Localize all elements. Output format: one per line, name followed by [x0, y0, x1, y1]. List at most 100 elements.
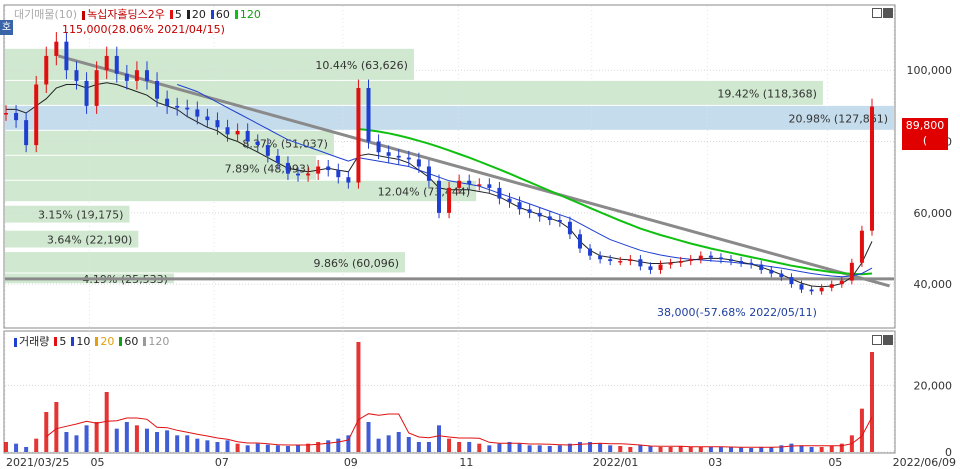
volume-bar: [718, 447, 723, 452]
candle-body: [789, 277, 794, 285]
candle-body: [809, 289, 814, 292]
candle-body: [779, 273, 784, 278]
candle-body: [94, 70, 99, 106]
candle-body: [104, 55, 109, 71]
candle-body: [608, 259, 613, 262]
candle-body: [829, 284, 834, 288]
volume-bar: [165, 430, 170, 452]
volume-bar: [829, 446, 834, 452]
candle-body: [598, 255, 603, 260]
candle-body: [155, 80, 160, 99]
candle-body: [165, 98, 170, 106]
candle-body: [406, 157, 411, 160]
quote-badge[interactable]: 호: [0, 20, 13, 35]
volume-bar: [638, 445, 643, 452]
candle-body: [769, 269, 774, 274]
volume-bar: [819, 447, 824, 452]
price-legend: 대기매물(10) 녹십자홀딩스2우 5 20 60 120: [14, 6, 261, 22]
volume-profile-label: 19.42% (118,368): [717, 87, 817, 100]
volume-bar: [487, 445, 492, 452]
candle-body: [4, 113, 8, 115]
legend-ma60: 60: [210, 8, 230, 21]
candle-body: [285, 162, 290, 174]
volume-bar: [537, 445, 542, 452]
candle-body: [14, 113, 19, 121]
candle-body: [24, 120, 29, 146]
candle-body: [547, 216, 552, 220]
volume-bar: [598, 443, 603, 452]
volume-bar: [235, 443, 240, 452]
candle-body: [467, 180, 472, 185]
candle-body: [225, 127, 230, 135]
candle-body: [437, 180, 441, 213]
candle-body: [457, 180, 462, 188]
candle-body: [648, 266, 653, 270]
time-tick-label: 07: [215, 456, 229, 469]
candle-body: [416, 159, 421, 167]
candle-body: [588, 248, 593, 256]
volume-profile-label: 3.15% (19,175): [38, 209, 124, 222]
chart-canvas[interactable]: 4.19% (25,533)9.86% (60,096)3.64% (22,19…: [0, 0, 960, 469]
volume-bar: [547, 446, 552, 452]
candle-body: [668, 262, 673, 265]
time-tick-label: 09: [344, 456, 358, 469]
volume-bar: [64, 432, 69, 452]
price-panel-maximize-button[interactable]: [872, 8, 882, 18]
candle-body: [326, 166, 331, 171]
volume-bar: [416, 442, 421, 452]
candle-body: [316, 166, 321, 174]
time-tick-label: 05: [828, 456, 842, 469]
legend-volume: 거래량: [14, 333, 49, 349]
current-price: 89,800: [905, 119, 945, 132]
volume-bar: [749, 448, 754, 452]
price-panel-close-button[interactable]: [883, 8, 893, 18]
volume-profile-label: 12.04% (73,444): [378, 185, 471, 198]
volume-bar: [688, 446, 693, 452]
volume-bar: [84, 425, 89, 452]
volume-profile-label: 7.89% (48,093): [225, 162, 311, 175]
volume-bar: [779, 445, 784, 452]
time-tick-label: 2022/01: [593, 456, 639, 469]
candle-body: [658, 264, 663, 270]
volume-panel-maximize-button[interactable]: [872, 335, 882, 345]
candle-body: [336, 170, 341, 178]
legend-vol-ma60: 60: [119, 335, 138, 348]
candle-body: [235, 130, 240, 135]
volume-bar: [608, 445, 613, 452]
candle-body: [618, 261, 623, 263]
volume-bar: [467, 442, 472, 452]
volume-bar: [144, 428, 149, 452]
volume-tick-label: 20,000: [914, 379, 953, 392]
candle-body: [839, 280, 844, 285]
price-tick-label: 60,000: [914, 207, 953, 220]
volume-panel-close-button[interactable]: [883, 335, 893, 345]
candle-body: [819, 287, 824, 292]
volume-bar: [54, 402, 59, 452]
volume-bar: [668, 447, 673, 452]
volume-bar: [114, 428, 119, 452]
volume-bar: [74, 435, 79, 452]
legend-stock-name: 녹십자홀딩스2우: [82, 6, 165, 22]
candle-body: [688, 259, 693, 262]
legend-ma120: 120: [234, 8, 261, 21]
volume-bar: [618, 446, 623, 452]
candle-body: [447, 187, 452, 213]
candle-body: [306, 173, 311, 176]
volume-legend: 거래량 5 10 20 60 120: [14, 334, 169, 348]
volume-bar: [225, 440, 230, 452]
volume-bar: [437, 425, 441, 452]
volume-bar: [497, 443, 502, 452]
candle-body: [487, 184, 492, 188]
candle-body: [185, 107, 190, 110]
candle-body: [44, 55, 49, 85]
candle-body: [386, 152, 391, 156]
time-tick-label: 05: [90, 456, 104, 469]
candle-body: [537, 212, 542, 217]
volume-bar: [376, 438, 381, 452]
volume-bar: [205, 440, 210, 452]
legend-vol-ma120: 120: [143, 335, 169, 348]
low-annotation: 38,000(-57.68% 2022/05/11): [657, 306, 817, 319]
candle-body: [577, 234, 582, 249]
volume-bar: [326, 440, 331, 452]
candle-body: [346, 177, 351, 183]
